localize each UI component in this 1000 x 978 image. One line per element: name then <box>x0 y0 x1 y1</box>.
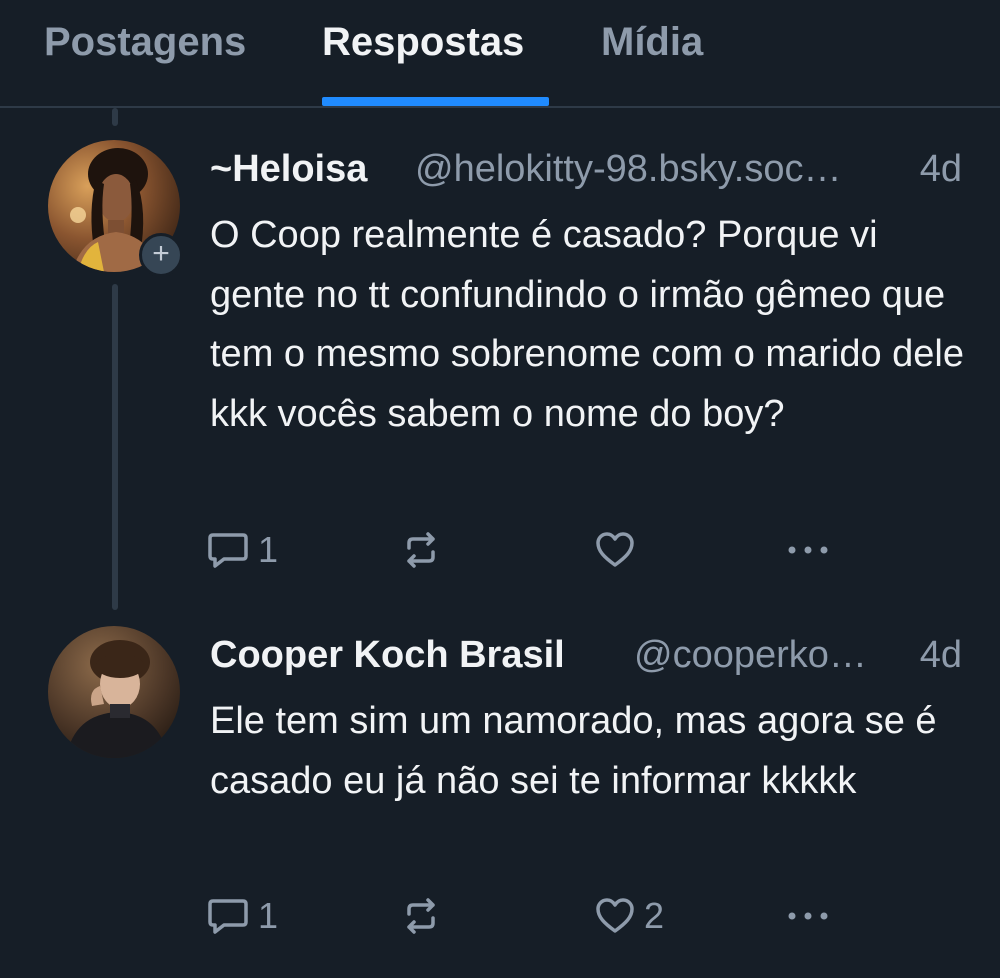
thread-line-connector <box>112 284 118 610</box>
thread-line-top <box>112 108 118 126</box>
ellipsis-icon <box>788 546 828 554</box>
more-options-button[interactable] <box>784 528 832 572</box>
post-text: Ele tem sim um namorado, mas agora se é … <box>210 700 937 802</box>
user-handle[interactable]: @helokitty-98.bsky.soc… <box>415 148 841 191</box>
like-button[interactable] <box>594 528 644 572</box>
more-options-button[interactable] <box>784 894 832 938</box>
ellipsis-icon <box>788 912 828 920</box>
post-time[interactable]: 4d <box>920 148 962 191</box>
avatar-cooper-koch-brasil[interactable] <box>48 626 180 758</box>
heart-icon <box>596 532 634 567</box>
speech-bubble-icon <box>208 533 248 568</box>
reply-count: 1 <box>258 529 279 570</box>
speech-bubble-icon <box>208 899 248 934</box>
display-name[interactable]: Cooper Koch Brasil <box>210 634 565 677</box>
heart-icon <box>596 898 634 933</box>
post-actions: 1 <box>206 528 846 572</box>
repost-button[interactable] <box>401 528 449 572</box>
tab-midia[interactable]: Mídia <box>601 20 703 65</box>
profile-tab-bar: Postagens Respostas Mídia <box>0 0 1000 108</box>
repost-button[interactable] <box>401 894 449 938</box>
reply-count: 1 <box>258 895 279 936</box>
like-count: 2 <box>644 895 665 936</box>
tab-postagens[interactable]: Postagens <box>44 20 246 65</box>
active-tab-indicator <box>322 97 549 106</box>
reply-button[interactable]: 1 <box>206 528 278 572</box>
user-handle[interactable]: @cooperko… <box>634 634 867 677</box>
follow-plus-icon[interactable]: + <box>139 233 183 277</box>
post-header: Cooper Koch Brasil @cooperko… 4d <box>210 634 962 682</box>
display-name[interactable]: ~Heloisa <box>210 148 367 191</box>
repost-arrows-icon <box>407 898 435 934</box>
post-header: ~Heloisa @helokitty-98.bsky.soc… 4d <box>210 148 962 196</box>
tab-respostas[interactable]: Respostas <box>322 20 524 65</box>
post-text: O Coop realmente é casado? Porque vi gen… <box>210 214 964 435</box>
post-actions: 1 2 <box>206 894 846 938</box>
repost-arrows-icon <box>407 532 435 568</box>
post-time[interactable]: 4d <box>920 634 962 677</box>
reply-button[interactable]: 1 <box>206 894 278 938</box>
like-button[interactable]: 2 <box>594 894 664 938</box>
